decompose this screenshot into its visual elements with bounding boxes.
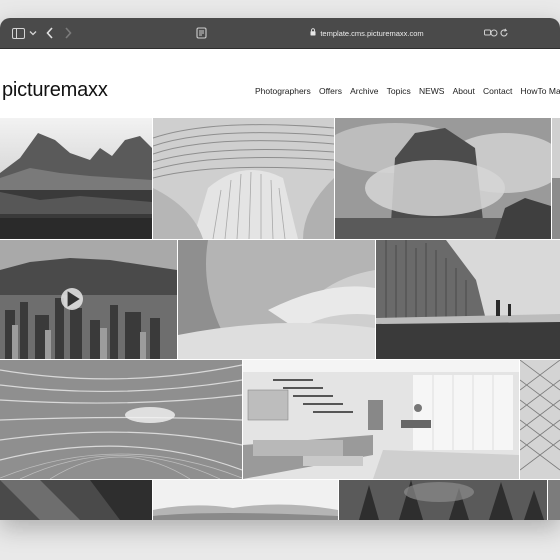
sidebar-icon[interactable] xyxy=(11,26,25,40)
nav-offers[interactable]: Offers xyxy=(319,86,342,96)
photo-grid xyxy=(0,118,560,520)
partial-photo-right-1[interactable] xyxy=(552,118,560,239)
lock-icon xyxy=(310,28,316,38)
nav-news[interactable]: NEWS xyxy=(419,86,445,96)
url-text: template.cms.picturemaxx.com xyxy=(320,28,424,38)
geometric-facade-photo[interactable] xyxy=(520,360,560,479)
curved-concrete-wall-photo[interactable] xyxy=(178,240,375,359)
back-arrow-icon[interactable] xyxy=(44,26,56,40)
nav-archive[interactable]: Archive xyxy=(350,86,378,96)
site-header: picturemaxx Photographers Offers Archive… xyxy=(0,49,560,117)
reader-icon[interactable] xyxy=(195,26,207,40)
dark-abstract-photo[interactable] xyxy=(0,480,152,520)
partial-photo-right-4[interactable] xyxy=(548,480,560,520)
share-icon[interactable] xyxy=(484,26,498,40)
city-video-thumbnail[interactable] xyxy=(0,240,177,359)
play-icon[interactable] xyxy=(61,288,83,310)
forest-trees-photo[interactable] xyxy=(339,480,547,520)
nav-howto-manual[interactable]: HowTo Manual xyxy=(521,86,560,96)
web-page: picturemaxx Photographers Offers Archive… xyxy=(0,49,560,520)
mountain-lake-photo[interactable] xyxy=(0,118,152,239)
reload-icon[interactable] xyxy=(499,26,509,40)
basalt-columns-beach-photo[interactable] xyxy=(376,240,560,359)
striped-architecture-photo[interactable] xyxy=(153,118,334,239)
misty-hills-photo[interactable] xyxy=(153,480,338,520)
nav-contact[interactable]: Contact xyxy=(483,86,512,96)
site-logo[interactable]: picturemaxx xyxy=(2,79,108,102)
nav-about[interactable]: About xyxy=(453,86,475,96)
modern-living-room-photo[interactable] xyxy=(243,360,519,479)
cloudy-rock-photo[interactable] xyxy=(335,118,551,239)
chevron-down-icon[interactable] xyxy=(29,26,37,40)
tunnel-motion-photo[interactable] xyxy=(0,360,242,479)
forward-arrow-icon[interactable] xyxy=(62,26,74,40)
main-nav: Photographers Offers Archive Topics NEWS… xyxy=(255,86,560,96)
browser-window: template.cms.picturemaxx.com picturemaxx… xyxy=(0,18,560,520)
address-bar[interactable]: template.cms.picturemaxx.com xyxy=(212,25,522,41)
nav-photographers[interactable]: Photographers xyxy=(255,86,311,96)
browser-toolbar: template.cms.picturemaxx.com xyxy=(0,18,560,49)
nav-topics[interactable]: Topics xyxy=(387,86,411,96)
